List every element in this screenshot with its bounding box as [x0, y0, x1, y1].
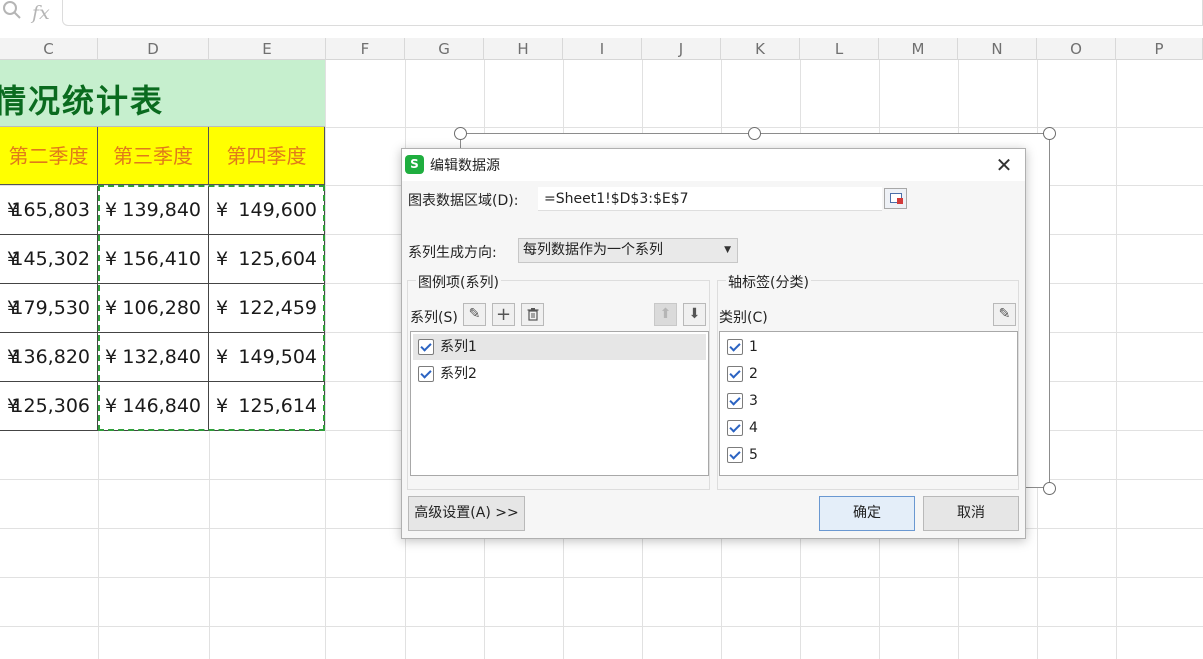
column-header-i[interactable]: I [563, 38, 642, 60]
data-cell[interactable]: ¥149,600 [209, 186, 325, 235]
arrow-up-icon[interactable]: ⬆ [654, 303, 677, 326]
data-cell[interactable]: ¥125,604 [209, 235, 325, 284]
zoom-icon[interactable] [2, 0, 22, 25]
resize-handle[interactable] [1043, 127, 1056, 140]
direction-select[interactable]: 每列数据作为一个系列 ▼ [518, 238, 738, 263]
data-cell[interactable]: ¥125,614 [209, 382, 325, 431]
pencil-icon[interactable]: ✎ [993, 303, 1016, 326]
header-cell-q4[interactable]: 第四季度 [209, 127, 325, 185]
column-header-n[interactable]: N [958, 38, 1037, 60]
column-header: C D E F G H I J K L M N O P [0, 38, 1203, 60]
formula-bar: fx [0, 0, 1203, 38]
column-header-h[interactable]: H [484, 38, 563, 60]
range-label: 图表数据区域(D): [408, 193, 519, 209]
column-header-m[interactable]: M [879, 38, 958, 60]
plus-icon[interactable]: + [492, 303, 515, 326]
column-header-f[interactable]: F [326, 38, 405, 60]
data-cell[interactable]: ¥156,410 [98, 235, 209, 284]
cancel-button[interactable]: 取消 [923, 496, 1019, 531]
column-header-p[interactable]: P [1116, 38, 1203, 60]
close-button[interactable]: ✕ [991, 152, 1017, 178]
arrow-down-icon[interactable]: ⬇ [683, 303, 706, 326]
column-header-o[interactable]: O [1037, 38, 1116, 60]
data-cell[interactable]: ¥122,459 [209, 284, 325, 333]
app-logo-icon: S [405, 155, 424, 174]
grid-line [0, 577, 1203, 578]
legend-group-title: 图例项(系列) [416, 272, 501, 292]
checkbox[interactable] [727, 420, 743, 436]
header-cell-q2[interactable]: 第二季度 [0, 127, 98, 185]
checkbox[interactable] [418, 339, 434, 355]
checkbox[interactable] [727, 447, 743, 463]
checkbox[interactable] [418, 366, 434, 382]
data-cell[interactable]: ¥146,840 [98, 382, 209, 431]
category-list: 1 2 3 4 5 [719, 331, 1018, 476]
column-header-j[interactable]: J [642, 38, 721, 60]
category-item-3[interactable]: 3 [722, 388, 1015, 414]
dialog-titlebar[interactable]: S 编辑数据源 ✕ [402, 149, 1025, 181]
data-cell[interactable]: ¥106,280 [98, 284, 209, 333]
advanced-settings-button[interactable]: 高级设置(A) >> [408, 496, 525, 531]
pencil-icon[interactable]: ✎ [463, 303, 486, 326]
sheet-title: 情况统计表 [0, 82, 165, 120]
header-cell-q3[interactable]: 第三季度 [98, 127, 209, 185]
category-item-5[interactable]: 5 [722, 442, 1015, 468]
data-cell[interactable]: ¥139,840 [98, 186, 209, 235]
column-header-c[interactable]: C [0, 38, 98, 60]
data-cell[interactable]: ¥149,504 [209, 333, 325, 382]
resize-handle[interactable] [748, 127, 761, 140]
resize-handle[interactable] [1043, 482, 1056, 495]
grid-line [1116, 60, 1117, 659]
series-label: 系列(S) [410, 310, 458, 326]
title-cell[interactable]: 情况统计表 [0, 60, 325, 127]
column-header-d[interactable]: D [98, 38, 209, 60]
range-input[interactable]: =Sheet1!$D$3:$E$7 [538, 187, 882, 211]
checkbox[interactable] [727, 393, 743, 409]
category-item-2[interactable]: 2 [722, 361, 1015, 387]
column-header-l[interactable]: L [800, 38, 879, 60]
edit-data-source-dialog: S 编辑数据源 ✕ 图表数据区域(D): =Sheet1!$D$3:$E$7 系… [401, 148, 1026, 539]
data-cell[interactable]: ¥165,803 [0, 186, 98, 235]
checkbox[interactable] [727, 339, 743, 355]
range-picker-icon[interactable] [884, 188, 907, 209]
series-item-2[interactable]: 系列2 [413, 361, 706, 387]
dialog-title: 编辑数据源 [430, 158, 500, 174]
formula-input[interactable] [62, 0, 1203, 26]
series-item-1[interactable]: 系列1 [413, 334, 706, 360]
category-item-4[interactable]: 4 [722, 415, 1015, 441]
data-cell[interactable]: ¥179,530 [0, 284, 98, 333]
column-header-e[interactable]: E [209, 38, 326, 60]
fx-icon[interactable]: fx [32, 2, 50, 24]
data-cell[interactable]: ¥136,820 [0, 333, 98, 382]
trash-icon[interactable] [521, 303, 544, 326]
direction-label: 系列生成方向: [408, 245, 497, 261]
grid-line [0, 626, 1203, 627]
axis-group-title: 轴标签(分类) [726, 272, 811, 292]
ok-button[interactable]: 确定 [819, 496, 915, 531]
checkbox[interactable] [727, 366, 743, 382]
resize-handle[interactable] [454, 127, 467, 140]
chevron-down-icon: ▼ [724, 245, 731, 255]
data-cell[interactable]: ¥125,306 [0, 382, 98, 431]
direction-select-value: 每列数据作为一个系列 [523, 242, 663, 258]
category-item-1[interactable]: 1 [722, 334, 1015, 360]
series-list: 系列1 系列2 [410, 331, 709, 476]
column-header-k[interactable]: K [721, 38, 800, 60]
grid-line [325, 60, 326, 659]
category-label: 类别(C) [719, 310, 768, 326]
data-cell[interactable]: ¥132,840 [98, 333, 209, 382]
data-cell[interactable]: ¥145,302 [0, 235, 98, 284]
column-header-g[interactable]: G [405, 38, 484, 60]
